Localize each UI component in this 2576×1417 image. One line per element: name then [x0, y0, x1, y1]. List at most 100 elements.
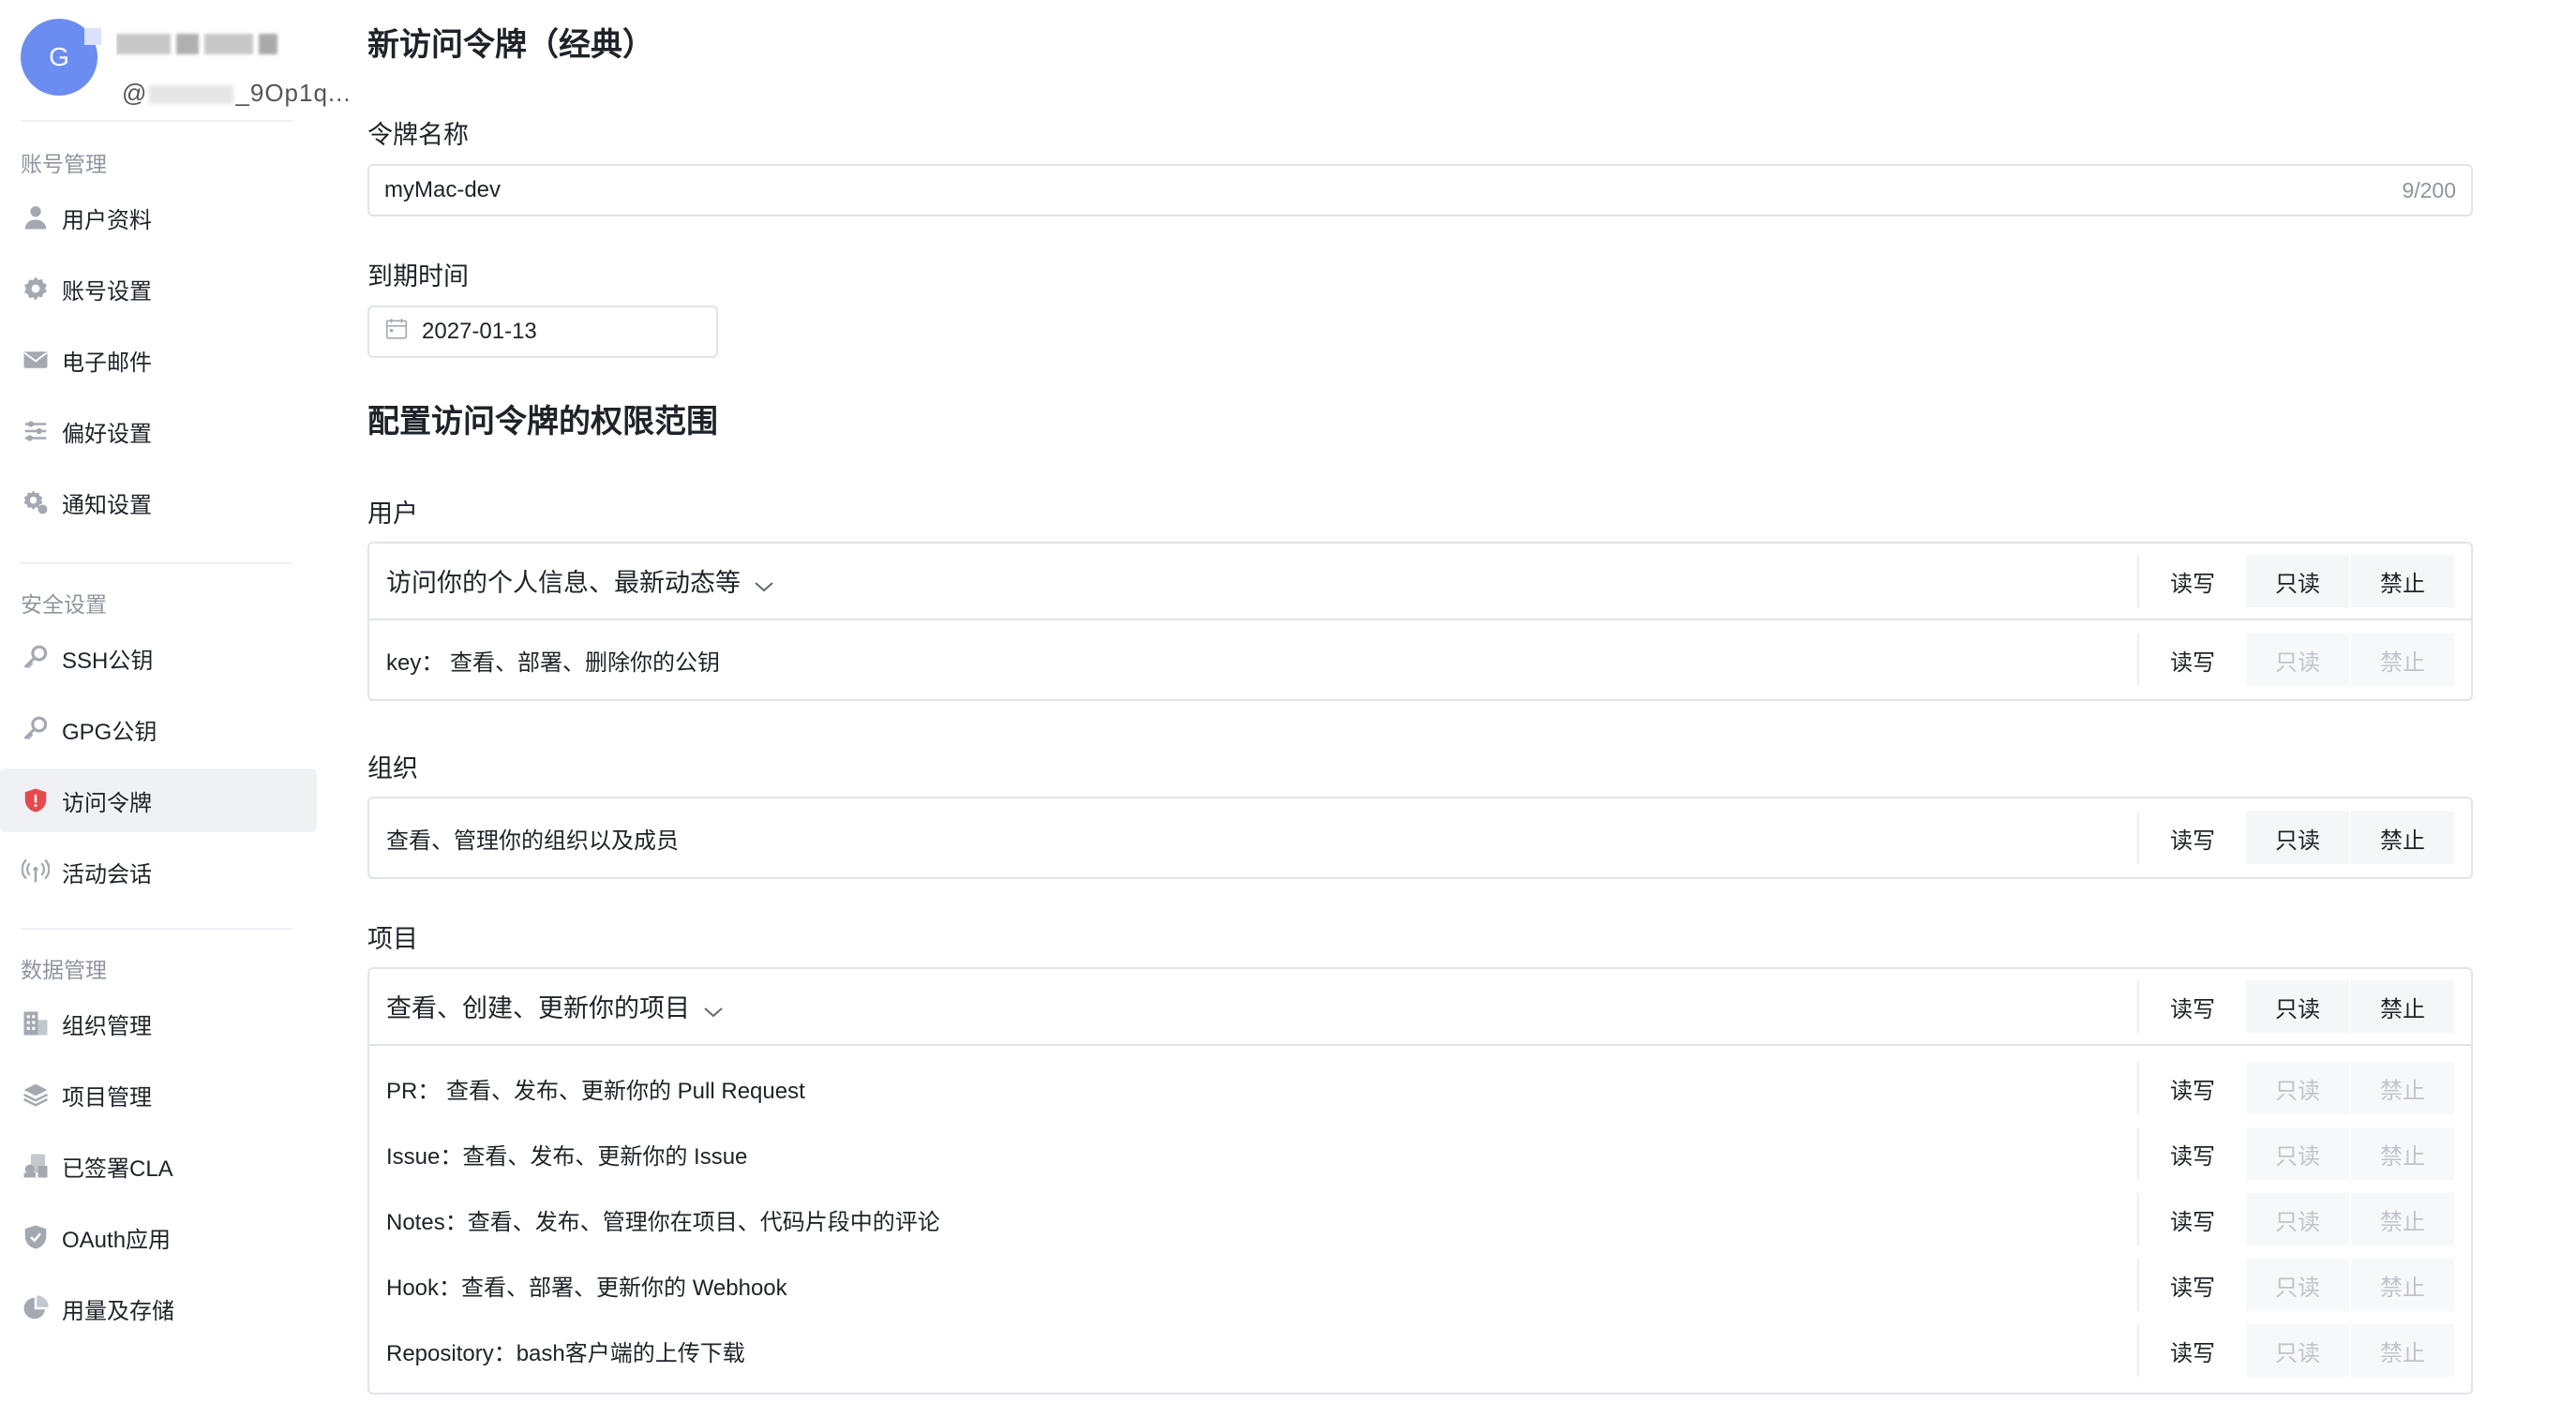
permission-selector[interactable]: 读写 只读 禁止 [2137, 1259, 2454, 1311]
chevron-down-icon[interactable] [703, 996, 724, 1025]
sidebar-item-notifications[interactable]: 通知设置 [0, 470, 317, 534]
sidebar-item-email[interactable]: 电子邮件 [0, 328, 317, 392]
sidebar-item-ssh-keys[interactable]: SSH公钥 [0, 626, 317, 690]
permission-desc: 访问你的个人信息、最新动态等 [386, 569, 741, 598]
group-label-org: 组织 [367, 754, 418, 783]
page-title: 新访问令牌（经典） [367, 27, 654, 63]
token-name-value: myMac-dev [384, 177, 502, 202]
scope-section-title: 配置访问令牌的权限范围 [367, 404, 718, 440]
option-read-write[interactable]: 读写 [2141, 1259, 2244, 1311]
option-deny[interactable]: 禁止 [2351, 555, 2454, 607]
permission-selector[interactable]: 读写 只读 禁止 [2137, 980, 2454, 1033]
sidebar-item-organizations[interactable]: 组织管理 [0, 992, 317, 1055]
option-read-write[interactable]: 读写 [2141, 1193, 2244, 1245]
expiry-label: 到期时间 [367, 262, 469, 291]
sidebar-item-label: 用量及存储 [62, 1298, 174, 1324]
option-deny: 禁止 [2351, 634, 2454, 686]
option-read-only: 只读 [2246, 1062, 2349, 1114]
sidebar: G @ _9Op1q... 账号管理 用户资料 账号设置 电子邮件 偏好设置 通知… [0, 0, 351, 1417]
gear-icon [21, 274, 51, 304]
broadcast-icon [21, 857, 51, 887]
sidebar-item-sessions[interactable]: 活动会话 [0, 840, 317, 903]
sidebar-item-label: 访问令牌 [62, 790, 152, 816]
option-read-write[interactable]: 读写 [2141, 812, 2244, 864]
shield-check-icon [21, 1222, 51, 1252]
sidebar-item-access-tokens[interactable]: 访问令牌 [0, 768, 317, 832]
sidebar-item-oauth-apps[interactable]: OAuth应用 [0, 1205, 317, 1269]
option-deny: 禁止 [2351, 1259, 2454, 1311]
sidebar-item-label: 已签署CLA [62, 1156, 173, 1182]
option-read-only[interactable]: 只读 [2246, 812, 2349, 864]
permission-row-org[interactable]: 查看、管理你的组织以及成员 读写 只读 禁止 [369, 798, 2471, 877]
permission-selector[interactable]: 读写 只读 禁止 [2137, 634, 2454, 686]
sidebar-item-label: 电子邮件 [62, 350, 152, 376]
option-deny[interactable]: 禁止 [2351, 980, 2454, 1033]
option-deny: 禁止 [2351, 1127, 2454, 1180]
permission-row-project-hook: Hook：查看、部署、更新你的 Webhook 读写 只读 禁止 [369, 1252, 2471, 1318]
sidebar-item-label: 活动会话 [62, 861, 152, 887]
avatar-badge [84, 28, 101, 45]
option-deny: 禁止 [2351, 1324, 2454, 1377]
permission-group-project: 查看、创建、更新你的项目 读写 只读 禁止 PR： 查看、发布、更新你的 Pul… [367, 967, 2473, 1395]
bell-gear-icon [21, 487, 51, 517]
permission-row-project[interactable]: 查看、创建、更新你的项目 读写 只读 禁止 [369, 969, 2471, 1046]
building-icon [21, 1008, 51, 1038]
user-icon [21, 202, 51, 232]
sidebar-item-label: 用户资料 [62, 207, 152, 233]
profile-card[interactable]: G @ _9Op1q... [21, 19, 351, 107]
permission-selector[interactable]: 读写 只读 禁止 [2137, 1324, 2454, 1377]
pie-chart-icon [21, 1293, 51, 1323]
chevron-down-icon[interactable] [754, 571, 774, 600]
permission-row-project-notes: Notes：查看、发布、管理你在项目、代码片段中的评论 读写 只读 禁止 [369, 1186, 2471, 1252]
sidebar-item-label: 组织管理 [62, 1013, 152, 1039]
group-label-user: 用户 [367, 500, 418, 528]
main-content: 新访问令牌（经典） 令牌名称 myMac-dev 9/200 到期时间 2027… [367, 0, 2477, 1417]
document-sign-icon [21, 1151, 51, 1181]
sidebar-item-usage-storage[interactable]: 用量及存储 [0, 1276, 317, 1340]
option-deny: 禁止 [2351, 1193, 2454, 1245]
calendar-icon [384, 317, 409, 347]
option-read-only: 只读 [2246, 1259, 2349, 1311]
permission-selector[interactable]: 读写 只读 禁止 [2137, 1193, 2454, 1245]
option-read-write[interactable]: 读写 [2141, 1062, 2244, 1114]
option-read-only: 只读 [2246, 634, 2349, 686]
sidebar-item-profile[interactable]: 用户资料 [0, 186, 317, 249]
sidebar-item-gpg-keys[interactable]: GPG公钥 [0, 697, 317, 761]
key-icon [21, 714, 51, 744]
permission-selector[interactable]: 读写 只读 禁止 [2137, 1127, 2454, 1180]
permission-selector[interactable]: 读写 只读 禁止 [2137, 1062, 2454, 1114]
option-read-only: 只读 [2246, 1324, 2349, 1377]
sidebar-item-label: 偏好设置 [62, 421, 152, 447]
expiry-date-picker[interactable]: 2027-01-13 [367, 306, 718, 358]
sidebar-item-account-settings[interactable]: 账号设置 [0, 257, 317, 321]
permission-selector[interactable]: 读写 只读 禁止 [2137, 555, 2454, 607]
sidebar-item-label: GPG公钥 [62, 719, 157, 745]
sidebar-group-account: 账号管理 [21, 152, 107, 176]
option-read-only[interactable]: 只读 [2246, 980, 2349, 1033]
option-read-write[interactable]: 读写 [2141, 1324, 2244, 1377]
token-name-input[interactable]: myMac-dev 9/200 [367, 164, 2473, 216]
sidebar-item-label: OAuth应用 [62, 1227, 172, 1253]
option-read-write[interactable]: 读写 [2141, 634, 2244, 686]
permission-row-project-repository: Repository：bash客户端的上传下载 读写 只读 禁止 [369, 1318, 2471, 1383]
char-counter: 9/200 [2402, 177, 2456, 202]
option-read-write[interactable]: 读写 [2141, 1127, 2244, 1180]
permission-group-user: 访问你的个人信息、最新动态等 读写 只读 禁止 key： 查看、部署、删除你的公… [367, 542, 2473, 701]
permission-selector[interactable]: 读写 只读 禁止 [2137, 812, 2454, 864]
permission-row-user[interactable]: 访问你的个人信息、最新动态等 读写 只读 禁止 [369, 544, 2471, 620]
sidebar-item-signed-cla[interactable]: 已签署CLA [0, 1134, 317, 1198]
option-deny[interactable]: 禁止 [2351, 812, 2454, 864]
option-read-only[interactable]: 只读 [2246, 555, 2349, 607]
divider [21, 120, 292, 122]
group-label-project: 项目 [367, 925, 418, 953]
option-deny: 禁止 [2351, 1062, 2454, 1114]
sidebar-item-preferences[interactable]: 偏好设置 [0, 399, 317, 463]
sliders-icon [21, 416, 51, 446]
option-read-write[interactable]: 读写 [2141, 980, 2244, 1033]
sidebar-item-projects[interactable]: 项目管理 [0, 1063, 317, 1126]
permission-group-org: 查看、管理你的组织以及成员 读写 只读 禁止 [367, 797, 2473, 879]
divider [21, 562, 292, 564]
option-read-write[interactable]: 读写 [2141, 555, 2244, 607]
mail-icon [21, 345, 51, 375]
sidebar-item-label: 通知设置 [62, 492, 152, 518]
